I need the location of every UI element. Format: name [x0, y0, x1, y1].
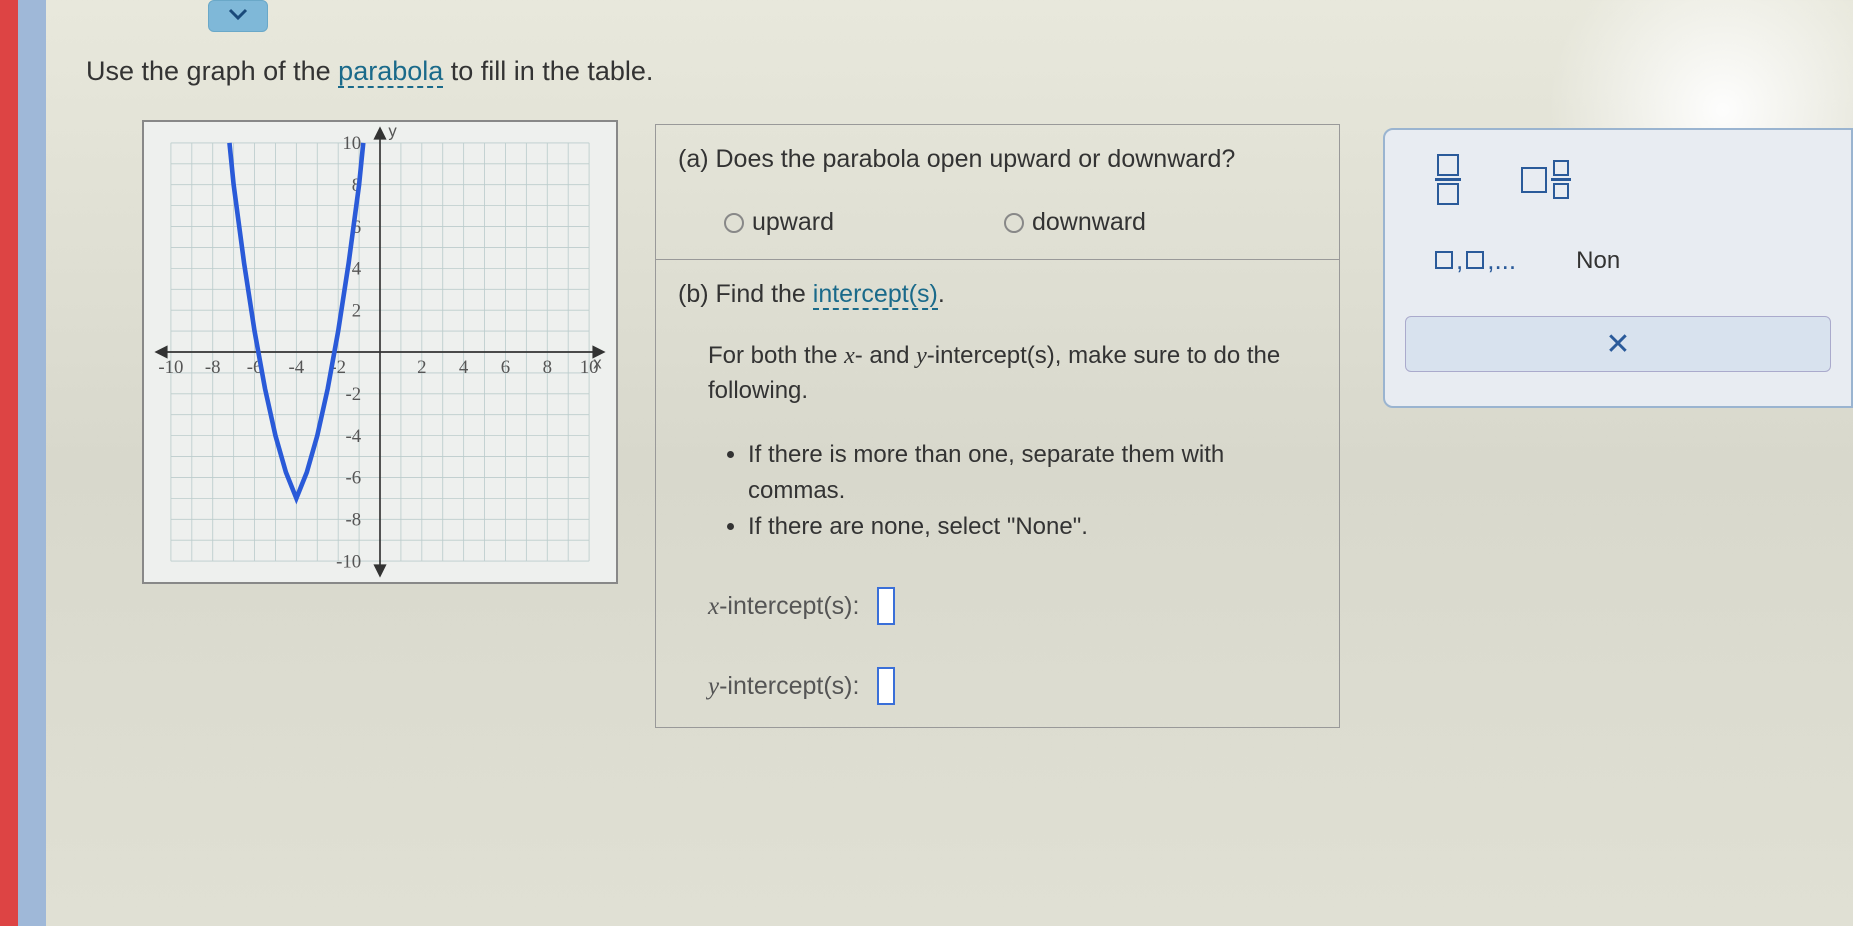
- fraction-tool[interactable]: [1435, 154, 1461, 205]
- svg-text:2: 2: [352, 300, 361, 321]
- left-edge-blue: [18, 0, 46, 926]
- radio-circle-icon: [724, 213, 744, 233]
- y-intercept-input[interactable]: [877, 667, 895, 705]
- left-edge-red: [0, 0, 18, 926]
- svg-text:2: 2: [417, 357, 426, 378]
- question-panel: (a) Does the parabola open upward or dow…: [655, 124, 1340, 728]
- y-intercept-row: y-intercept(s):: [656, 647, 1339, 727]
- svg-text:-10: -10: [158, 357, 183, 378]
- instruction-term-link[interactable]: parabola: [338, 56, 443, 88]
- x-var: x: [708, 593, 719, 620]
- svg-text:-8: -8: [205, 357, 221, 378]
- radio-upward-label: upward: [752, 208, 834, 237]
- radio-upward[interactable]: upward: [724, 208, 834, 237]
- mixed-number-tool[interactable]: [1521, 160, 1571, 199]
- graph-panel: -10-8-6-4-2246810-10-8-6-4-2246810 x y: [142, 120, 618, 584]
- chevron-down-icon: [228, 7, 248, 26]
- dropdown-toggle[interactable]: [208, 0, 268, 32]
- svg-text:-4: -4: [289, 357, 305, 378]
- svg-text:10: 10: [342, 133, 361, 154]
- x-intercept-row: x-intercept(s):: [656, 567, 1339, 647]
- bullet-commas: If there is more than one, separate them…: [748, 437, 1317, 509]
- none-tool[interactable]: Non: [1576, 247, 1620, 275]
- question-a-prompt: (a) Does the parabola open upward or dow…: [678, 145, 1317, 174]
- tool-panel: ,,... Non ✕: [1383, 128, 1853, 408]
- bullet-none: If there are none, select "None".: [748, 509, 1317, 545]
- y-var: y: [708, 673, 719, 700]
- question-b-suffix: .: [938, 280, 945, 308]
- instruction-text: Use the graph of the parabola to fill in…: [86, 56, 653, 87]
- list-tool[interactable]: ,,...: [1435, 245, 1516, 276]
- radio-circle-icon: [1004, 213, 1024, 233]
- y-intercept-label: -intercept(s):: [719, 672, 859, 700]
- close-icon: ✕: [1605, 327, 1630, 362]
- y-axis-label: y: [388, 122, 397, 141]
- parabola-chart: -10-8-6-4-2246810-10-8-6-4-2246810 x y: [144, 122, 616, 582]
- question-b-row: (b) Find the intercept(s). For both the …: [656, 260, 1339, 567]
- svg-text:-8: -8: [346, 510, 362, 531]
- svg-text:8: 8: [543, 357, 552, 378]
- svg-text:-4: -4: [346, 426, 362, 447]
- x-intercept-label: -intercept(s):: [719, 592, 859, 620]
- instruction-prefix: Use the graph of the: [86, 56, 338, 86]
- radio-downward[interactable]: downward: [1004, 208, 1146, 237]
- x-axis-label: x: [593, 354, 602, 373]
- question-b-prefix: (b) Find the: [678, 280, 813, 308]
- close-button[interactable]: ✕: [1405, 316, 1831, 372]
- radio-downward-label: downward: [1032, 208, 1146, 237]
- question-b-term-link[interactable]: intercept(s): [813, 280, 938, 310]
- x-intercept-input[interactable]: [877, 587, 895, 625]
- svg-text:4: 4: [459, 357, 469, 378]
- question-a-row: (a) Does the parabola open upward or dow…: [656, 125, 1339, 260]
- svg-text:6: 6: [501, 357, 510, 378]
- instruction-suffix: to fill in the table.: [443, 56, 653, 86]
- svg-text:-6: -6: [346, 468, 362, 489]
- svg-text:-10: -10: [336, 551, 361, 572]
- svg-text:-2: -2: [346, 384, 362, 405]
- svg-text:4: 4: [352, 259, 362, 280]
- question-b-subtext-1: For both the x- and y-intercept(s), make…: [708, 342, 1280, 404]
